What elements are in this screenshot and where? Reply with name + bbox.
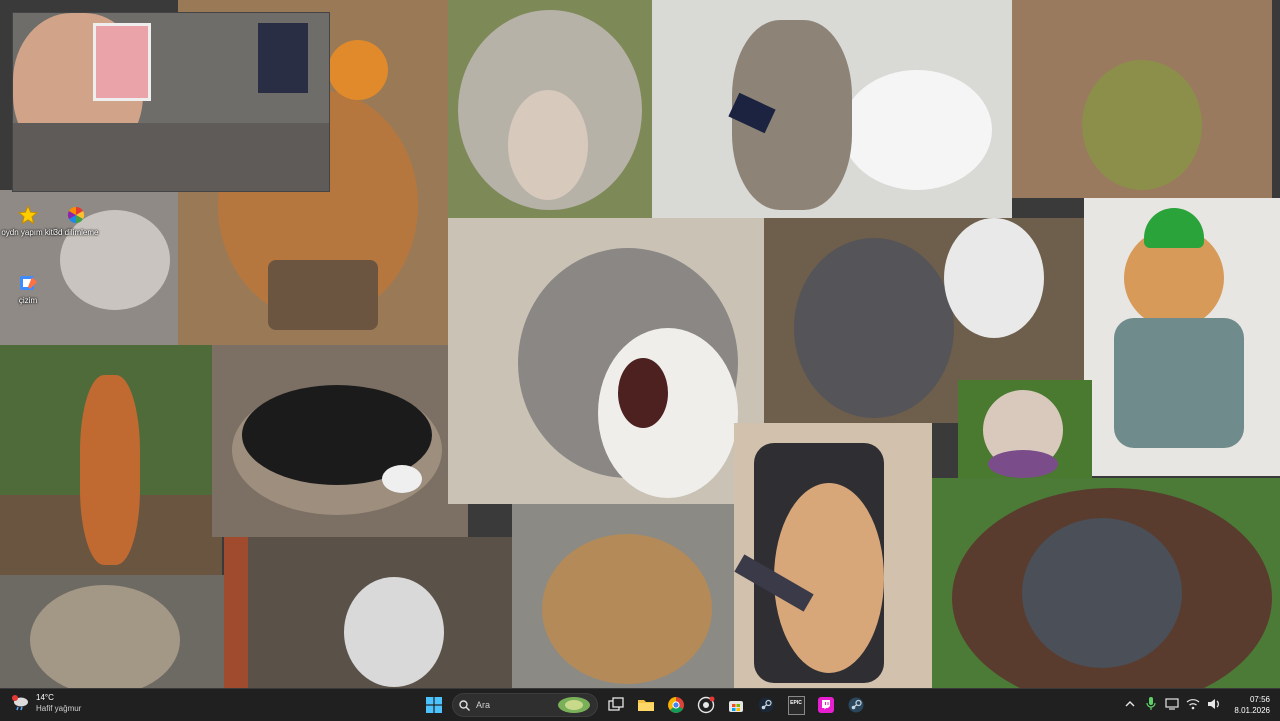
wallpaper-bulldog-bunny-tile	[958, 380, 1092, 478]
desktop-icon-cizim[interactable]: çizim	[0, 272, 56, 305]
wallpaper-squirrel-tile	[0, 345, 222, 575]
twitch-button[interactable]	[814, 693, 838, 717]
colorful-pinwheel-icon	[65, 204, 87, 226]
steam-icon-2	[848, 697, 864, 713]
display-icon[interactable]	[1165, 697, 1180, 713]
epic-label: EPIC	[790, 699, 802, 706]
chevron-up-icon[interactable]	[1123, 700, 1137, 711]
steam-button-2[interactable]	[844, 693, 868, 717]
search-icon	[459, 699, 470, 711]
wallpaper-puppy-tile	[512, 504, 734, 688]
chrome-icon	[668, 697, 684, 713]
clock-time: 07:56	[1249, 695, 1270, 704]
search-placeholder: Ara	[476, 700, 491, 710]
microsoft-store-button[interactable]	[724, 693, 748, 717]
github-desktop-icon	[697, 696, 715, 714]
file-explorer-button[interactable]	[634, 693, 658, 717]
wallpaper-frog-tile	[1012, 0, 1272, 198]
wallpaper-black-dog-tile	[212, 345, 468, 537]
search-highlight-icon	[558, 697, 590, 713]
weather-temperature: 14°C	[36, 693, 54, 702]
windows-start-button[interactable]	[422, 693, 446, 717]
clock[interactable]: 07:56 8.01.2026	[1234, 694, 1270, 716]
wallpaper-orangutan-tile	[932, 478, 1280, 688]
steam-icon	[758, 697, 774, 713]
wallpaper-monkey-tile	[0, 575, 224, 688]
github-desktop-button[interactable]	[694, 693, 718, 717]
wallpaper-shocked-cat-tile	[448, 218, 764, 504]
wallpaper-sheep-tile	[448, 0, 652, 218]
windows-start-icon	[426, 697, 442, 713]
desktop-icon-label: 3d dilimleme	[53, 228, 99, 237]
file-explorer-icon	[638, 700, 654, 711]
wallpaper-cat-beanie-tile	[1084, 198, 1280, 476]
weather-widget[interactable]: 14°C Hafif yağmur	[12, 692, 81, 714]
epic-games-button[interactable]: EPIC	[784, 693, 808, 717]
wallpaper-gamer-cat-tile	[734, 423, 932, 688]
desktop-icon-label: oydn yapım kiti	[1, 228, 55, 237]
rain-cloud-icon	[12, 694, 30, 712]
taskbar: 14°C Hafif yağmur Ara EPIC 07:56 8.01.20…	[0, 688, 1280, 721]
task-view-button[interactable]	[604, 693, 628, 717]
desktop-icon-3d-dilimleme[interactable]: 3d dilimleme	[48, 204, 104, 237]
wall-painting	[93, 23, 151, 101]
taskbar-search-box[interactable]: Ara	[452, 693, 598, 717]
chrome-button[interactable]	[664, 693, 688, 717]
system-tray: 07:56 8.01.2026	[1123, 692, 1270, 718]
desktop-wallpaper: oydn yapım kiti 3d dilimleme çizim	[0, 0, 1280, 688]
speaker-icon[interactable]	[1207, 698, 1221, 713]
task-view-icon	[608, 697, 624, 711]
weather-condition: Hafif yağmur	[36, 704, 82, 713]
paint-icon	[17, 272, 39, 294]
twitch-icon	[818, 697, 834, 713]
taskbar-center: Ara EPIC	[422, 692, 868, 718]
microsoft-store-icon	[729, 701, 743, 712]
desktop-icon-label: çizim	[18, 296, 38, 305]
wall-poster	[258, 23, 308, 93]
steam-button[interactable]	[754, 693, 778, 717]
wallpaper-donkey-tile	[224, 537, 512, 688]
star-icon	[17, 204, 39, 226]
microphone-icon[interactable]	[1144, 696, 1158, 714]
wifi-icon[interactable]	[1186, 698, 1200, 713]
webcam-overlay	[12, 12, 330, 192]
epic-games-icon: EPIC	[787, 695, 805, 715]
clock-date: 8.01.2026	[1234, 706, 1270, 715]
wallpaper-cat-toilet-tile	[652, 0, 1012, 218]
